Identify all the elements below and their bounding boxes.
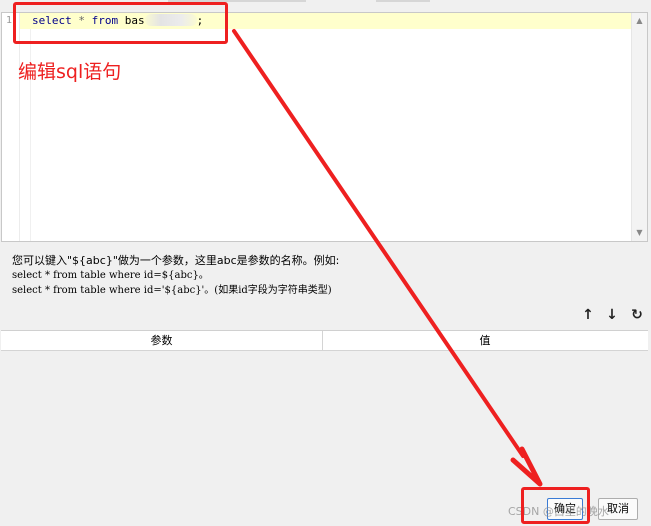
help-line-example-1: select * from table where id=${abc}。 — [12, 270, 209, 281]
line-number: 1 — [6, 15, 13, 26]
scroll-down-arrow-icon[interactable]: ▼ — [632, 226, 647, 240]
column-header-param[interactable]: 参数 — [1, 331, 323, 351]
column-header-value[interactable]: 值 — [324, 331, 646, 351]
move-up-arrow-icon[interactable]: ↑ — [579, 306, 597, 324]
top-tab-edge — [376, 0, 430, 2]
help-line-intro: 您可以键入"${abc}"做为一个参数，这里abc是参数的名称。例如: — [12, 254, 340, 267]
sql-editor[interactable]: 1 select * from bas; ▲ ▼ — [1, 12, 648, 242]
grid-header: 参数 值 — [1, 331, 648, 351]
help-line-example-2: select * from table where id='${abc}'。(如… — [12, 285, 332, 296]
refresh-icon[interactable]: ↻ — [628, 306, 646, 324]
parameter-help: 您可以键入"${abc}"做为一个参数，这里abc是参数的名称。例如: sele… — [12, 254, 572, 298]
move-down-arrow-icon[interactable]: ↓ — [603, 306, 621, 324]
scroll-up-arrow-icon[interactable]: ▲ — [632, 14, 647, 28]
annotation-label: 编辑sql语句 — [18, 61, 122, 83]
parameter-grid[interactable]: 参数 值 — [1, 330, 648, 490]
editor-vertical-scrollbar[interactable]: ▲ ▼ — [631, 13, 647, 241]
line-gutter: 1 — [2, 13, 20, 241]
annotation-box-sql — [13, 2, 228, 44]
annotation-box-ok — [521, 487, 590, 524]
